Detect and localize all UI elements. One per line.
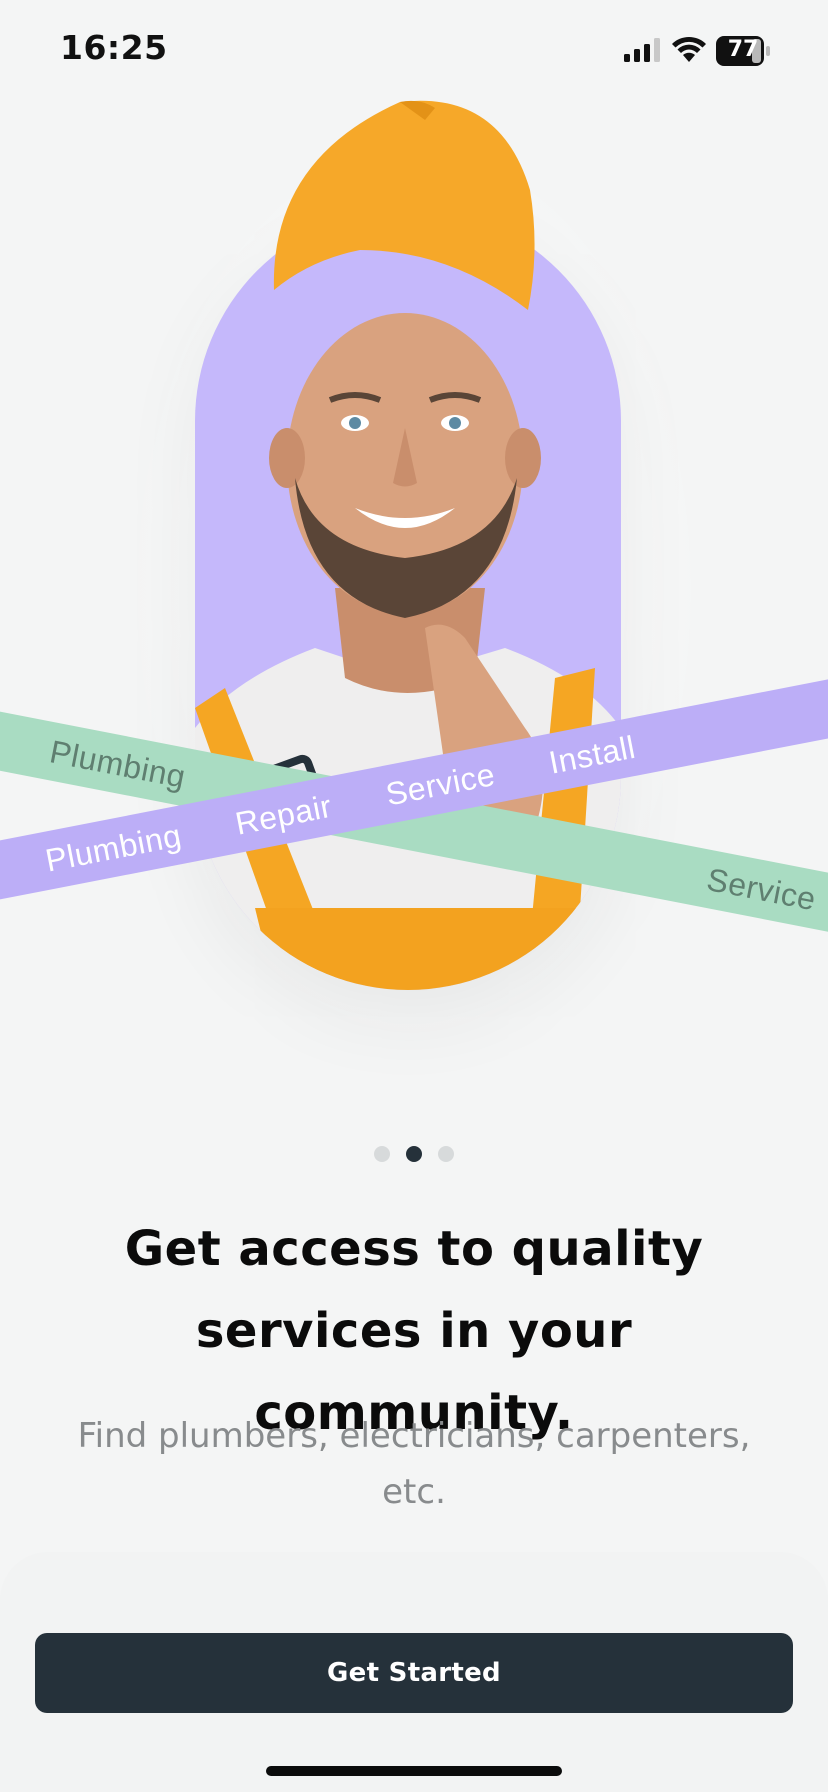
ribbon-word: Service xyxy=(704,860,820,917)
get-started-button[interactable]: Get Started xyxy=(35,1633,793,1713)
page-dot-1[interactable] xyxy=(374,1146,390,1162)
page-indicator xyxy=(0,1146,828,1166)
home-indicator[interactable] xyxy=(266,1766,562,1776)
wifi-icon xyxy=(672,36,706,62)
page-dot-2-active[interactable] xyxy=(406,1146,422,1162)
onboarding-screen: 16:25 77 Plumbing Service Plumbing Repai… xyxy=(0,0,828,1792)
onboarding-subtext: Find plumbers, electricians, carpenters,… xyxy=(77,1416,751,1512)
signal-icon xyxy=(624,38,660,62)
orange-cap xyxy=(273,100,535,310)
page-dot-3[interactable] xyxy=(438,1146,454,1162)
hero-illustration: Plumbing Service p Plumbing Repair Servi… xyxy=(0,60,828,1060)
